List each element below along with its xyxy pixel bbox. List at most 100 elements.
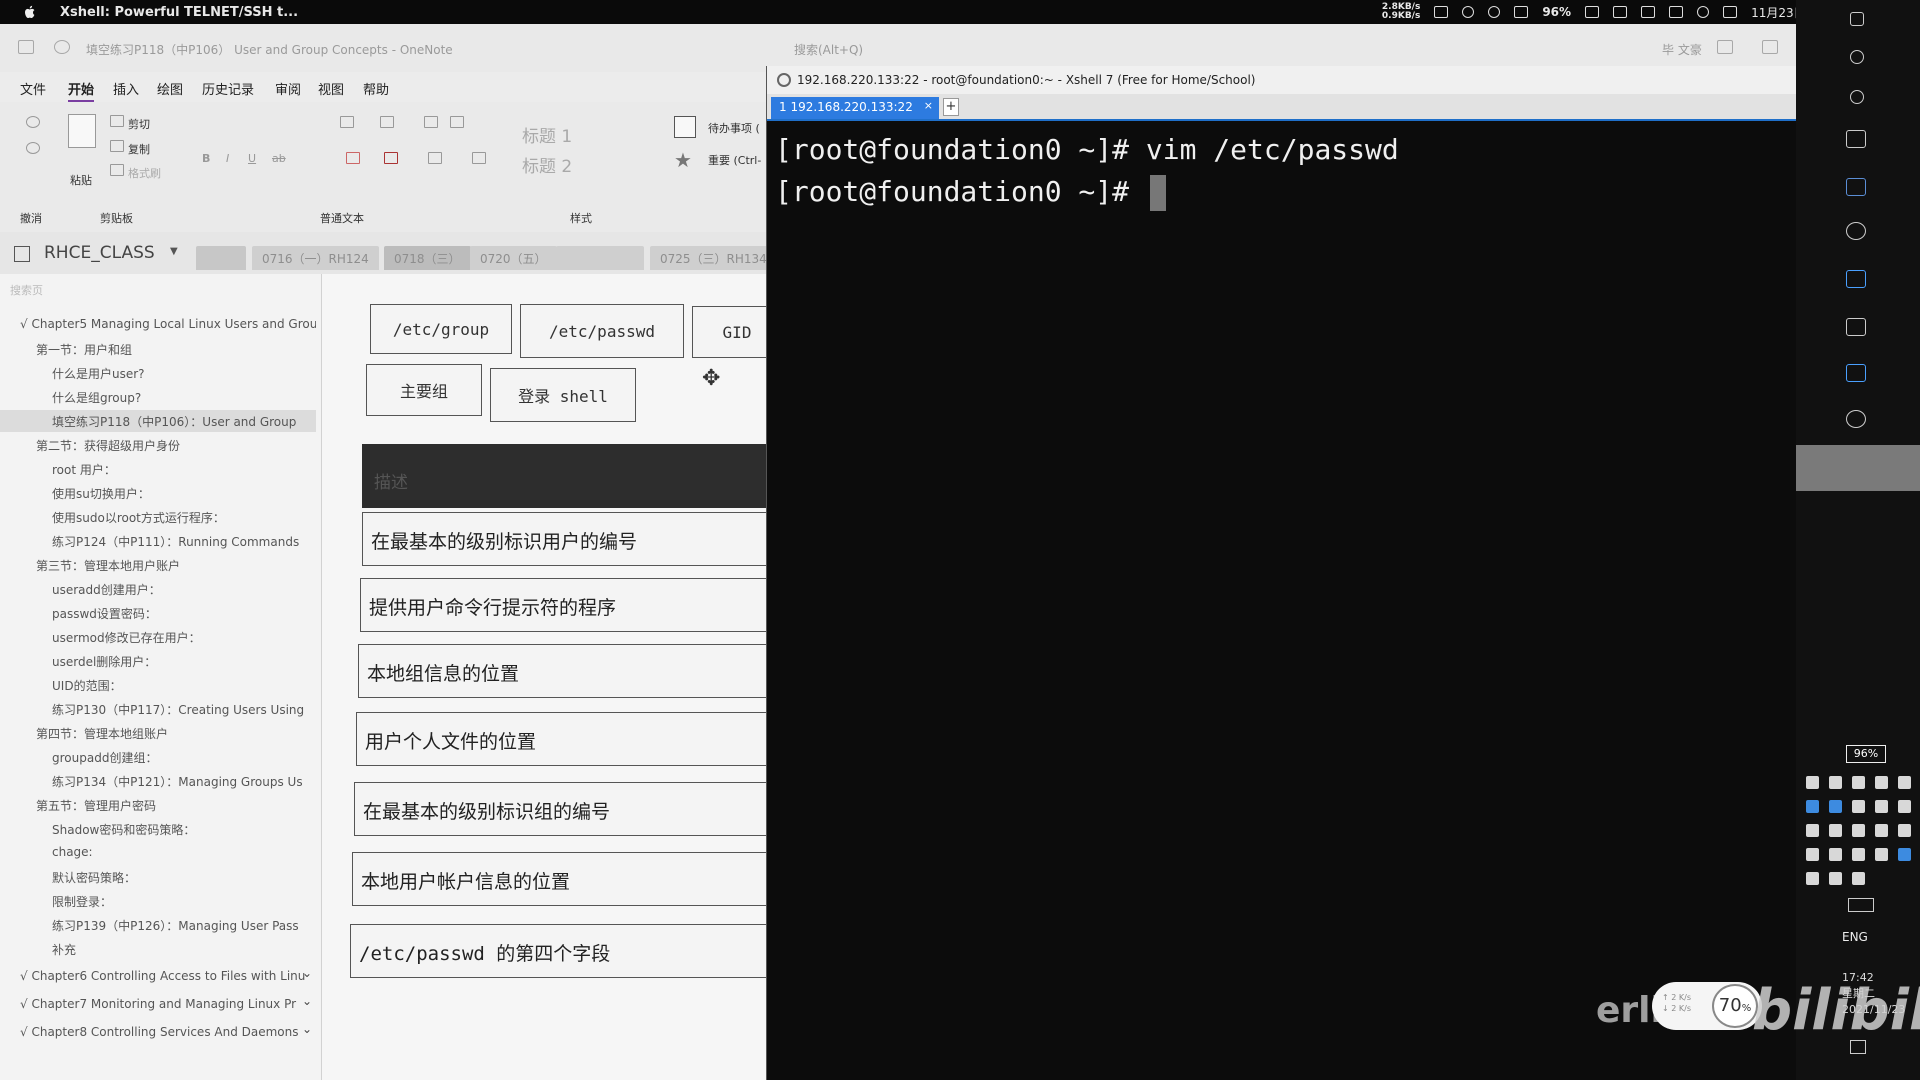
app-icon[interactable] [1875,848,1888,861]
page-list-item[interactable]: √ Chapter7 Monitoring and Managing Linux… [0,994,316,1016]
paste-icon[interactable] [68,114,96,148]
qq-icon[interactable] [1806,800,1819,813]
keyboard-icon[interactable] [1848,898,1874,912]
section-tab[interactable]: 0718（三） [384,246,471,270]
remote-desktop-icon[interactable] [1846,364,1866,382]
volume-icon[interactable] [1829,776,1842,789]
page-canvas[interactable]: /etc/group /etc/passwd GID 主要组 登录 shell … [322,274,767,1080]
eject-icon[interactable] [1641,6,1656,18]
page-search[interactable]: 搜索页 [10,282,43,298]
clear-format-icon[interactable] [472,152,486,164]
numbering-icon[interactable] [380,116,394,128]
app-icon[interactable] [1829,872,1842,885]
section-tab[interactable]: 0720（五） [470,246,557,270]
grid-icon[interactable] [1898,800,1911,813]
section-tab[interactable]: 0725（三）RH134 [650,246,777,270]
page-list-item[interactable]: 第一节：用户和组 [0,338,316,360]
page-list-item[interactable]: 默认密码策略： [0,866,316,888]
page-list-item[interactable]: 填空练习P118（中P106）：User and Group [0,410,316,432]
control-center-icon[interactable] [1723,6,1738,18]
cloud-icon[interactable] [1852,800,1865,813]
page-list-item[interactable]: root 用户： [0,458,316,480]
tab-draw[interactable]: 绘图 [157,79,183,98]
page-list-item[interactable]: 第二节：获得超级用户身份 [0,434,316,456]
wechat-icon[interactable] [1875,800,1888,813]
style-heading2[interactable]: 标题 2 [522,152,572,177]
vmware-icon[interactable] [1829,848,1842,861]
session-tab[interactable]: 1 192.168.220.133:22 × [771,97,939,119]
terminal[interactable]: [root@foundation0 ~]# vim /etc/passwd [r… [767,123,1797,1080]
app-icon[interactable] [1806,872,1819,885]
app-icon[interactable] [1806,824,1819,837]
bullets-icon[interactable] [340,116,354,128]
active-app-title[interactable]: Xshell: Powerful TELNET/SSH t... [60,5,298,20]
spotlight-search-icon[interactable] [1697,6,1710,18]
page-list-item[interactable]: usermod修改已存在用户： [0,626,316,648]
tab-view[interactable]: 视图 [318,79,344,98]
print-icon[interactable] [1898,824,1911,837]
search-box[interactable]: 搜索(Alt+Q) [794,41,863,58]
page-list-item[interactable]: 使用sudo以root方式运行程序： [0,506,316,528]
star-icon[interactable]: ★ [674,148,692,172]
cut-button[interactable]: 剪切 [128,116,150,132]
chrome-icon[interactable] [1829,824,1842,837]
search-icon[interactable] [1850,50,1864,64]
copy-button[interactable]: 复制 [128,141,150,157]
strikethrough-button[interactable]: ab [272,152,286,165]
globe-icon[interactable] [1806,776,1819,789]
increase-indent-icon[interactable] [450,116,464,128]
cortana-icon[interactable] [1850,90,1864,104]
display-icon[interactable] [1514,6,1529,18]
shield-icon[interactable] [1829,800,1842,813]
battery-status-icon[interactable] [1434,6,1449,18]
align-icon[interactable] [428,152,442,164]
highlight-icon[interactable] [346,152,360,164]
page-list-item[interactable]: useradd创建用户： [0,578,316,600]
network-icon[interactable] [1898,776,1911,789]
todo-checkbox-icon[interactable] [674,116,696,138]
mute-icon[interactable] [1613,6,1628,18]
wifi-icon[interactable] [1488,6,1501,18]
chevron-down-icon[interactable]: ⌄ [302,1022,312,1036]
tab-insert[interactable]: 插入 [113,79,139,98]
page-list-item[interactable]: 第四节：管理本地组账户 [0,722,316,744]
tab-review[interactable]: 审阅 [275,79,301,98]
tab-history[interactable]: 历史记录 [202,79,254,98]
page-list-item[interactable]: 练习P130（中P117）：Creating Users Using [0,698,316,720]
notebook-name[interactable]: RHCE_CLASS [44,243,155,263]
headset-icon[interactable] [1875,776,1888,789]
word-icon[interactable] [1852,824,1865,837]
tab-help[interactable]: 帮助 [363,79,389,98]
sync-icon[interactable] [54,40,70,54]
windows-icon[interactable] [1850,12,1864,26]
todo-tag[interactable]: 待办事项 ( [708,120,760,136]
page-list-item[interactable]: √ Chapter8 Controlling Services And Daem… [0,1022,316,1044]
user-name[interactable]: 毕 文豪 [1662,41,1702,58]
close-tab-icon[interactable]: × [924,99,933,112]
page-list-item[interactable]: UID的范围： [0,674,316,696]
page-list-item[interactable]: 补充 [0,938,316,960]
section-tab[interactable] [556,246,644,270]
cut-icon[interactable] [110,115,124,127]
decrease-indent-icon[interactable] [424,116,438,128]
format-painter-button[interactable]: 格式刷 [128,165,161,181]
active-taskbar-item[interactable] [1796,445,1920,491]
underline-button[interactable]: U [248,152,256,165]
page-list-item[interactable]: 练习P139（中P126）：Managing User Pass [0,914,316,936]
page-list-item[interactable]: √ Chapter5 Managing Local Linux Users an… [0,314,316,336]
font-color-icon[interactable] [384,152,398,164]
app-icon[interactable] [1852,872,1865,885]
chrome-icon[interactable] [1846,410,1866,428]
page-list-item[interactable]: 什么是用户user? [0,362,316,384]
mic-icon[interactable] [1806,848,1819,861]
page-list-item[interactable]: √ Chapter6 Controlling Access to Files w… [0,966,316,988]
page-list-item[interactable]: passwd设置密码： [0,602,316,624]
page-list-item[interactable]: 使用su切换用户： [0,482,316,504]
page-list-item[interactable]: 什么是组group? [0,386,316,408]
page-list-item[interactable]: 练习P124（中P111）：Running Commands [0,530,316,552]
search-icon[interactable] [1875,824,1888,837]
x-icon[interactable] [1852,776,1865,789]
notebook-icon[interactable] [14,246,30,262]
bluetooth-icon[interactable] [1462,6,1475,18]
section-tab[interactable] [196,246,246,270]
